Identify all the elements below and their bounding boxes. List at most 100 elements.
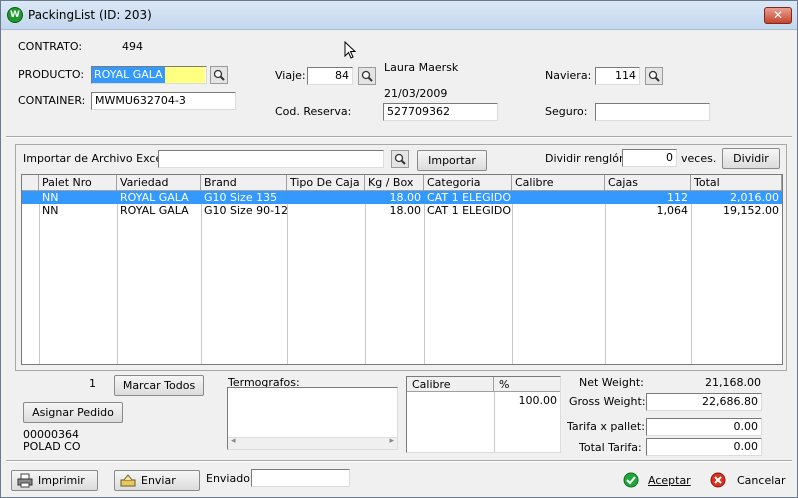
net-weight-value: 21,168.00 [705,376,761,389]
gross-weight-label: Gross Weight: [569,395,646,408]
pedido-client: POLAD CO [23,440,81,453]
col-header-total[interactable]: Total [691,175,782,190]
total-tarifa-label: Total Tarifa: [579,441,642,454]
cancelar-label: Cancelar [737,474,786,487]
scroll-left-icon[interactable]: ◂ [231,436,236,446]
selected-count: 1 [89,377,96,390]
naviera-search-button[interactable] [645,67,663,85]
enviado-field[interactable] [251,469,350,487]
cell-kg-box: 18.00 [389,204,422,217]
col-header-brand[interactable]: Brand [201,175,287,190]
footer-divider [6,460,792,462]
marcar-todos-button[interactable]: Marcar Todos [114,375,204,396]
cell-calibre [512,204,605,217]
scroll-right-icon[interactable]: ▸ [389,436,394,446]
cell-cajas: 112 [667,191,688,204]
col-header-tipo-caja[interactable]: Tipo De Caja [287,175,365,190]
col-header-categoria[interactable]: Categoria [424,175,512,190]
naviera-field[interactable]: 114 [595,67,640,85]
title-bar: W PackingList (ID: 203) ✕ [1,1,797,30]
search-icon [361,70,373,82]
container-field[interactable]: MWMU632704-3 [91,92,236,110]
ship-name: Laura Maersk [384,61,459,74]
producto-search-button[interactable] [210,66,228,84]
aceptar-label: Aceptar [648,474,691,487]
send-icon [120,474,136,487]
horizontal-scrollbar[interactable]: ◂ ▸ [228,436,397,449]
col-header-variedad[interactable]: Variedad [117,175,201,190]
cod-reserva-label: Cod. Reserva: [275,105,352,118]
cell-palet-nro: NN [42,204,59,217]
cell-palet-nro: NN [42,191,59,204]
col-header-cajas[interactable]: Cajas [605,175,691,190]
imprimir-button[interactable]: Imprimir [11,470,98,491]
cell-tipo-caja [287,191,365,204]
tarifa-label: Tarifa x pallet: [567,420,645,433]
cod-reserva-field[interactable]: 527709362 [383,103,498,121]
calibre-header: Calibre [407,377,494,392]
cell-total: 2,016.00 [730,191,779,204]
table-row[interactable]: NN ROYAL GALA G10 Size 90-120 18.00 CAT … [22,204,782,217]
percent-header: % [494,377,560,392]
calibre-table[interactable]: Calibre % 100.00 [406,376,561,453]
veces-label: veces. [681,152,717,165]
enviar-button[interactable]: Enviar [114,470,200,491]
tarifa-field[interactable]: 0.00 [646,418,762,436]
voyage-date: 21/03/2009 [384,87,448,100]
cell-total: 19,152.00 [723,204,779,217]
cell-brand: G10 Size 90-120 [204,204,287,217]
window-title: PackingList (ID: 203) [28,8,152,22]
close-button[interactable]: ✕ [764,7,792,24]
cancelar-button[interactable]: Cancelar [710,472,786,490]
search-icon [213,69,225,81]
cell-categoria: CAT 1 ELEGIDO [427,204,511,217]
packing-lines-table[interactable]: Palet Nro Variedad Brand Tipo De Caja Kg… [21,174,783,365]
cell-variedad: ROYAL GALA [120,204,189,217]
producto-highlight [164,67,205,83]
aceptar-button[interactable]: Aceptar [623,472,693,490]
cancel-icon [710,472,726,488]
net-weight-label: Net Weight: [579,376,644,389]
viaje-search-button[interactable] [358,67,376,85]
excel-file-field[interactable] [158,150,384,168]
viaje-label: Viaje: [275,69,306,82]
col-header-palet-nro[interactable]: Palet Nro [39,175,117,190]
excel-browse-button[interactable] [391,150,409,168]
dividir-field[interactable]: 0 [622,149,677,167]
enviado-label: Enviado: [206,472,254,485]
contrato-value: 494 [122,40,143,53]
dividir-button[interactable]: Dividir [722,148,780,169]
importar-excel-label: Importar de Archivo Excel: [23,152,169,165]
importar-button[interactable]: Importar [417,150,487,171]
printer-icon [17,473,33,488]
col-header-kg-box[interactable]: Kg / Box [365,175,424,190]
cell-cajas: 1,064 [656,204,689,217]
container-label: CONTAINER: [18,94,86,107]
termografos-list[interactable]: ◂ ▸ [227,387,398,450]
col-header-calibre[interactable]: Calibre [512,175,605,190]
table-header: Palet Nro Variedad Brand Tipo De Caja Kg… [22,175,782,191]
cell-calibre [512,191,605,204]
total-tarifa-field[interactable]: 0.00 [646,438,762,456]
app-logo-icon: W [7,7,23,23]
seguro-label: Seguro: [545,105,588,118]
gross-weight-field[interactable]: 22,686.80 [646,393,762,411]
dividir-renglon-label: Dividir renglón: [545,152,630,165]
packinglist-window: W PackingList (ID: 203) ✕ CONTRATO: 494 … [0,0,798,498]
mouse-cursor-icon [344,41,357,59]
search-icon [648,70,660,82]
search-icon [394,153,406,165]
row-indicator-header [22,175,39,190]
header-divider [6,136,792,138]
contrato-label: CONTRATO: [18,40,83,53]
check-icon [623,472,639,488]
seguro-field[interactable] [595,103,710,121]
producto-value: ROYAL GALA [92,67,165,83]
imprimir-label: Imprimir [38,474,85,487]
cell-categoria: CAT 1 ELEGIDO [427,191,511,204]
cell-brand: G10 Size 135 [204,191,278,204]
asignar-pedido-button[interactable]: Asignar Pedido [23,402,123,423]
table-row[interactable]: NN ROYAL GALA G10 Size 135 18.00 CAT 1 E… [22,191,782,204]
viaje-field[interactable]: 84 [307,67,353,85]
producto-field[interactable]: ROYAL GALA [91,66,207,84]
